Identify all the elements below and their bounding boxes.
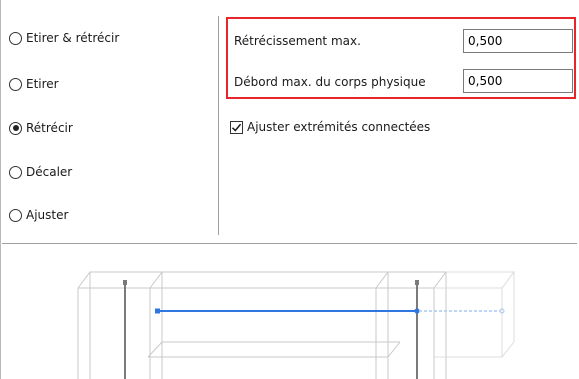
radio-offset[interactable] xyxy=(9,165,22,179)
adjust-ends-option[interactable]: Ajuster extrémités connectées xyxy=(230,120,430,134)
horizontal-separator xyxy=(2,243,577,244)
shrink-preview-illustration xyxy=(70,262,520,379)
option-stretch-shrink-label: Etirer & rétrécir xyxy=(26,31,120,45)
adjust-ends-label: Ajuster extrémités connectées xyxy=(247,120,431,134)
radio-fit[interactable] xyxy=(9,208,22,222)
max-shrink-label: Rétrécissement max. xyxy=(234,34,361,48)
checkmark-icon xyxy=(231,123,242,132)
option-offset-label: Décaler xyxy=(26,165,73,179)
dialog-left-border xyxy=(0,0,1,379)
option-offset[interactable]: Décaler xyxy=(9,165,72,179)
max-shrink-input[interactable] xyxy=(463,29,573,53)
option-fit[interactable]: Ajuster xyxy=(9,208,68,222)
option-stretch-shrink[interactable]: Etirer & rétrécir xyxy=(9,31,119,45)
radio-stretch-shrink[interactable] xyxy=(9,31,22,45)
adjust-ends-checkbox[interactable] xyxy=(230,120,243,134)
option-shrink-label: Rétrécir xyxy=(26,121,73,135)
option-stretch-label: Etirer xyxy=(26,77,59,91)
option-stretch[interactable]: Etirer xyxy=(9,77,59,91)
option-fit-label: Ajuster xyxy=(26,208,69,222)
max-overhang-input[interactable] xyxy=(463,69,573,93)
radio-shrink[interactable] xyxy=(9,121,22,135)
max-overhang-label: Débord max. du corps physique xyxy=(234,75,426,89)
vertical-separator xyxy=(218,16,219,235)
radio-stretch[interactable] xyxy=(9,77,22,91)
option-shrink[interactable]: Rétrécir xyxy=(9,121,73,135)
